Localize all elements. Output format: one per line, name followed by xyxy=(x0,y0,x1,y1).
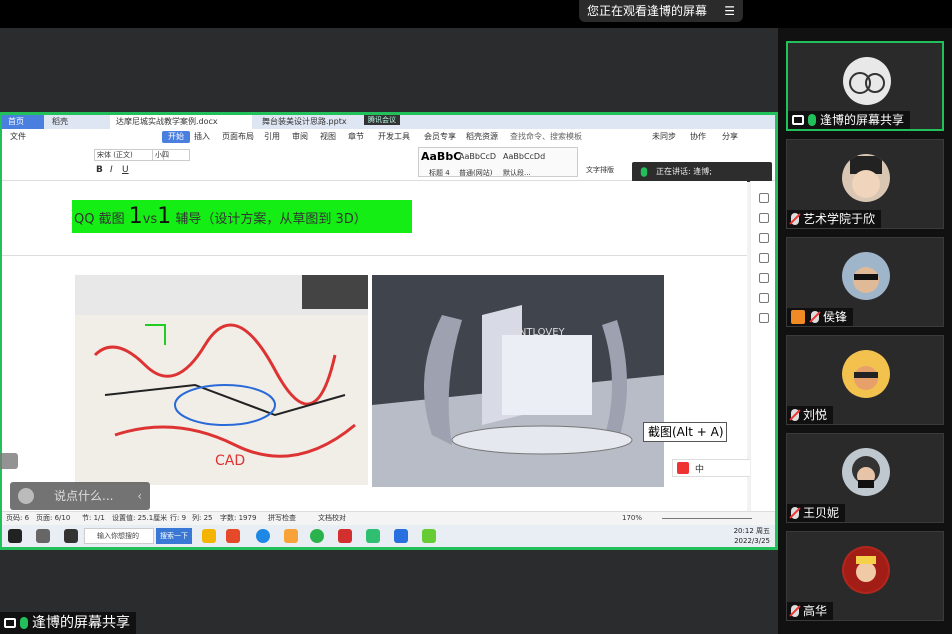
mic-muted-icon xyxy=(811,311,819,323)
meeting-window: 您正在观看逢博的屏幕 ☰ 首页 稻壳 达摩尼城实战教学案例.docx 舞台装美设… xyxy=(0,0,952,634)
participant-tile[interactable]: 艺术学院于欣 xyxy=(786,139,944,229)
screen-share-icon xyxy=(792,115,804,125)
viewing-screen-indicator[interactable]: 您正在观看逢博的屏幕 ☰ xyxy=(579,0,743,22)
avatar xyxy=(843,57,891,105)
participant-name-tag: 艺术学院于欣 xyxy=(787,210,882,228)
emoji-icon[interactable] xyxy=(18,488,34,504)
chat-placeholder: 说点什么... xyxy=(54,489,114,503)
chevron-left-icon[interactable]: ‹ xyxy=(137,482,142,510)
participant-name-tag: 侯锋 xyxy=(787,308,854,326)
top-banner: 您正在观看逢博的屏幕 ☰ xyxy=(0,0,952,28)
mic-muted-icon xyxy=(791,213,799,225)
participant-name: 侯锋 xyxy=(823,310,848,324)
viewing-text: 您正在观看逢博的屏幕 xyxy=(587,4,708,18)
participant-tile[interactable]: 高华 xyxy=(786,531,944,621)
share-label-text: 逢博的屏幕共享 xyxy=(32,615,130,631)
mic-muted-icon xyxy=(791,507,799,519)
screen-share-label: 逢博的屏幕共享 xyxy=(0,612,136,634)
participant-tile[interactable]: 侯锋 xyxy=(786,237,944,327)
participant-tile[interactable]: 逢博的屏幕共享 xyxy=(786,41,944,131)
participant-name-tag: 王贝妮 xyxy=(787,504,846,522)
mic-muted-icon xyxy=(791,409,799,421)
mic-icon xyxy=(20,617,28,629)
avatar xyxy=(842,154,890,202)
participant-list: 逢博的屏幕共享 艺术学院于欣 侯锋 刘悦 王贝妮 高华 xyxy=(778,28,952,634)
screen-share-icon xyxy=(4,618,16,628)
participant-name-tag: 刘悦 xyxy=(787,406,834,424)
participant-name: 高华 xyxy=(803,604,828,618)
participant-name: 王贝妮 xyxy=(803,506,840,520)
chat-input[interactable]: 说点什么... ‹ xyxy=(10,482,150,510)
participant-name: 刘悦 xyxy=(803,408,828,422)
participant-name-tag: 高华 xyxy=(787,602,834,620)
avatar xyxy=(842,350,890,398)
avatar xyxy=(842,252,890,300)
menu-icon[interactable]: ☰ xyxy=(724,0,735,22)
sidebar-toggle-icon[interactable] xyxy=(0,453,18,469)
participant-name-tag: 逢博的屏幕共享 xyxy=(788,111,911,129)
mic-muted-icon xyxy=(791,605,799,617)
participant-name: 艺术学院于欣 xyxy=(803,212,876,226)
avatar xyxy=(842,546,890,594)
user-badge-icon xyxy=(791,310,805,324)
avatar xyxy=(842,448,890,496)
mic-icon xyxy=(808,114,816,126)
participant-name: 逢博的屏幕共享 xyxy=(820,113,905,127)
participant-tile[interactable]: 刘悦 xyxy=(786,335,944,425)
participant-tile[interactable]: 王贝妮 xyxy=(786,433,944,523)
